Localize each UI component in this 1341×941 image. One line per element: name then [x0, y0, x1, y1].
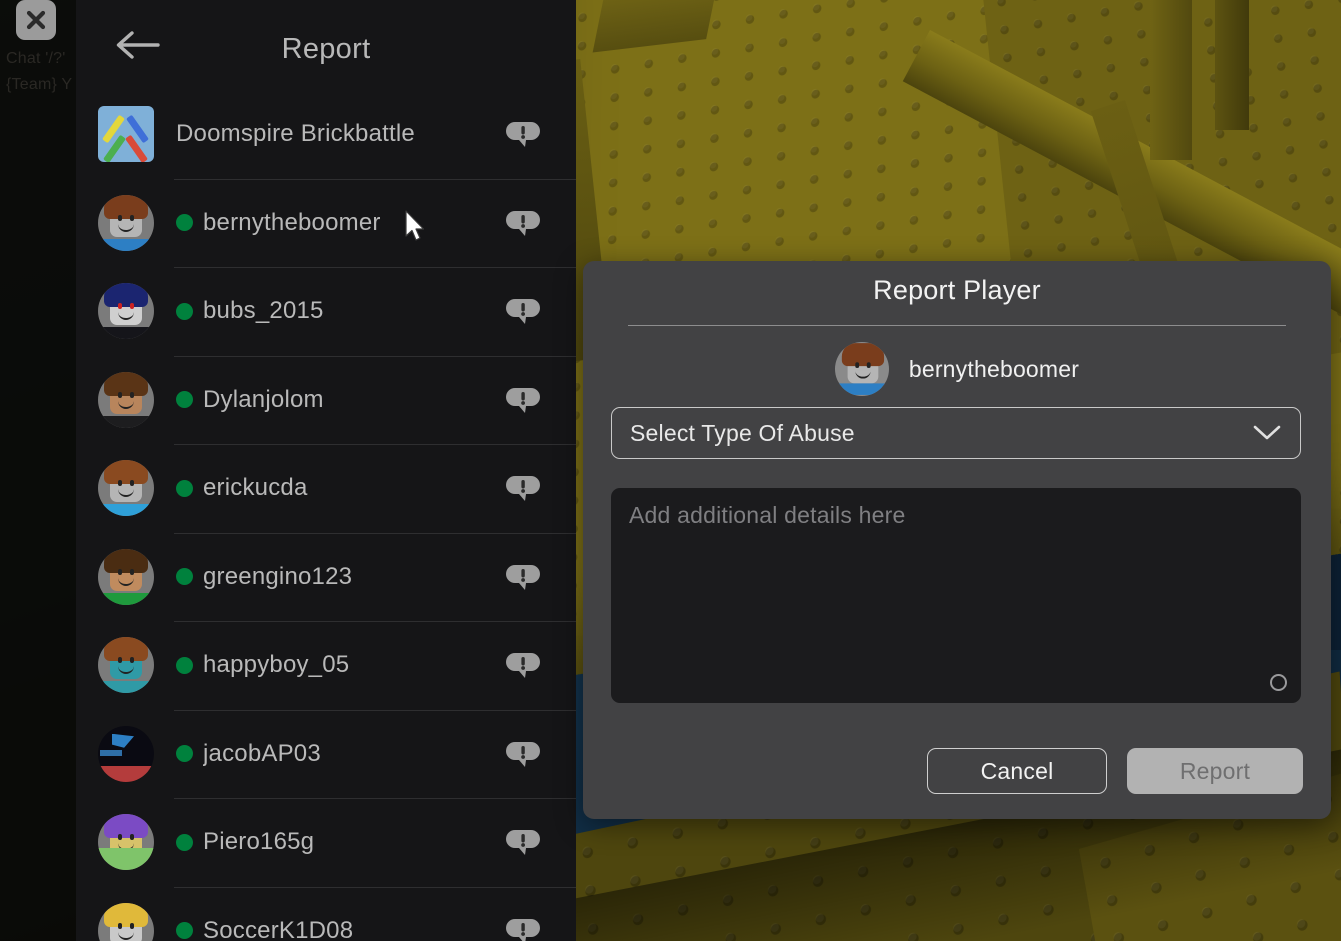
list-item[interactable]: jacobAP03: [76, 709, 576, 799]
close-icon[interactable]: [16, 0, 56, 40]
list-item[interactable]: SoccerK1D08: [76, 886, 576, 941]
resize-handle-icon[interactable]: [1270, 674, 1287, 691]
report-flag-icon[interactable]: [506, 561, 540, 593]
player-list: Doomspire Brickbattle bernytheboomer bub…: [76, 90, 576, 941]
page-title: Report: [281, 33, 371, 65]
chat-hint-line-1: Chat '/?': [6, 50, 66, 67]
dialog-actions: Cancel Report: [927, 748, 1303, 794]
report-flag-icon[interactable]: [506, 826, 540, 858]
online-status-dot: [176, 391, 193, 409]
online-status-dot: [176, 833, 193, 851]
online-status-dot: [176, 745, 193, 763]
report-target-name: bernytheboomer: [908, 355, 1080, 382]
report-flag-icon[interactable]: [506, 472, 540, 504]
report-flag-icon[interactable]: [506, 295, 540, 327]
brick-pillar-2: [1215, 0, 1249, 130]
online-status-dot: [176, 479, 193, 497]
additional-details-input[interactable]: Add additional details here: [611, 488, 1301, 703]
list-item[interactable]: erickucda: [76, 444, 576, 533]
report-flag-icon[interactable]: [506, 118, 540, 150]
list-item-label: erickucda: [203, 474, 308, 502]
game-thumbnail: [98, 106, 154, 163]
online-status-dot: [176, 214, 193, 232]
chevron-down-icon: [1252, 424, 1282, 442]
avatar: [98, 371, 154, 428]
list-item-label: greengino123: [203, 562, 353, 590]
chat-hint-line-2: {Team} Y: [6, 76, 73, 93]
dialog-title: Report Player: [873, 275, 1041, 305]
list-item[interactable]: bubs_2015: [76, 267, 576, 356]
list-item-label: Doomspire Brickbattle: [176, 120, 415, 148]
abuse-type-select-value: Select Type Of Abuse: [630, 419, 855, 446]
list-item-label: Dylanjolom: [203, 385, 324, 413]
report-panel: Report Doomspire Brickbattle bernytheboo…: [76, 0, 576, 941]
panel-header: Report: [76, 0, 576, 90]
list-item[interactable]: bernytheboomer: [76, 178, 576, 268]
report-flag-icon[interactable]: [506, 207, 540, 239]
avatar: [98, 902, 154, 941]
avatar: [98, 814, 154, 871]
list-item[interactable]: Dylanjolom: [76, 355, 576, 445]
avatar: [98, 725, 154, 782]
list-item[interactable]: Piero165g: [76, 798, 576, 887]
online-status-dot: [176, 302, 193, 320]
avatar: [98, 548, 154, 605]
chat-overlay-dim: [0, 0, 76, 941]
list-item[interactable]: greengino123: [76, 532, 576, 622]
app-root: Chat '/?' {Team} Y Report Doomspire Bric…: [0, 0, 1341, 941]
avatar: [98, 460, 154, 517]
cancel-button[interactable]: Cancel: [927, 748, 1107, 794]
online-status-dot: [176, 922, 193, 940]
report-flag-icon[interactable]: [506, 915, 540, 941]
avatar: [98, 194, 154, 251]
avatar: [834, 342, 889, 396]
report-player-dialog: Report Player bernytheboomer Select Type…: [583, 261, 1331, 819]
avatar: [98, 637, 154, 694]
report-flag-icon[interactable]: [506, 738, 540, 770]
dialog-divider: [628, 325, 1286, 326]
list-item[interactable]: happyboy_05: [76, 621, 576, 710]
list-item-label: jacobAP03: [203, 739, 321, 767]
report-flag-icon[interactable]: [506, 384, 540, 416]
report-target: bernytheboomer: [583, 342, 1331, 396]
brick-pillar-1: [1150, 0, 1192, 160]
list-item-label: SoccerK1D08: [203, 916, 354, 941]
list-item-label: happyboy_05: [203, 651, 350, 679]
abuse-type-select[interactable]: Select Type Of Abuse: [611, 407, 1301, 459]
avatar: [98, 283, 154, 340]
list-item-label: bernytheboomer: [203, 208, 381, 236]
report-flag-icon[interactable]: [506, 649, 540, 681]
list-item[interactable]: Doomspire Brickbattle: [76, 90, 576, 179]
report-button[interactable]: Report: [1127, 748, 1303, 794]
list-item-label: Piero165g: [203, 828, 315, 856]
online-status-dot: [176, 656, 193, 674]
online-status-dot: [176, 568, 193, 586]
list-item-label: bubs_2015: [203, 297, 324, 325]
additional-details-placeholder: Add additional details here: [629, 502, 906, 528]
